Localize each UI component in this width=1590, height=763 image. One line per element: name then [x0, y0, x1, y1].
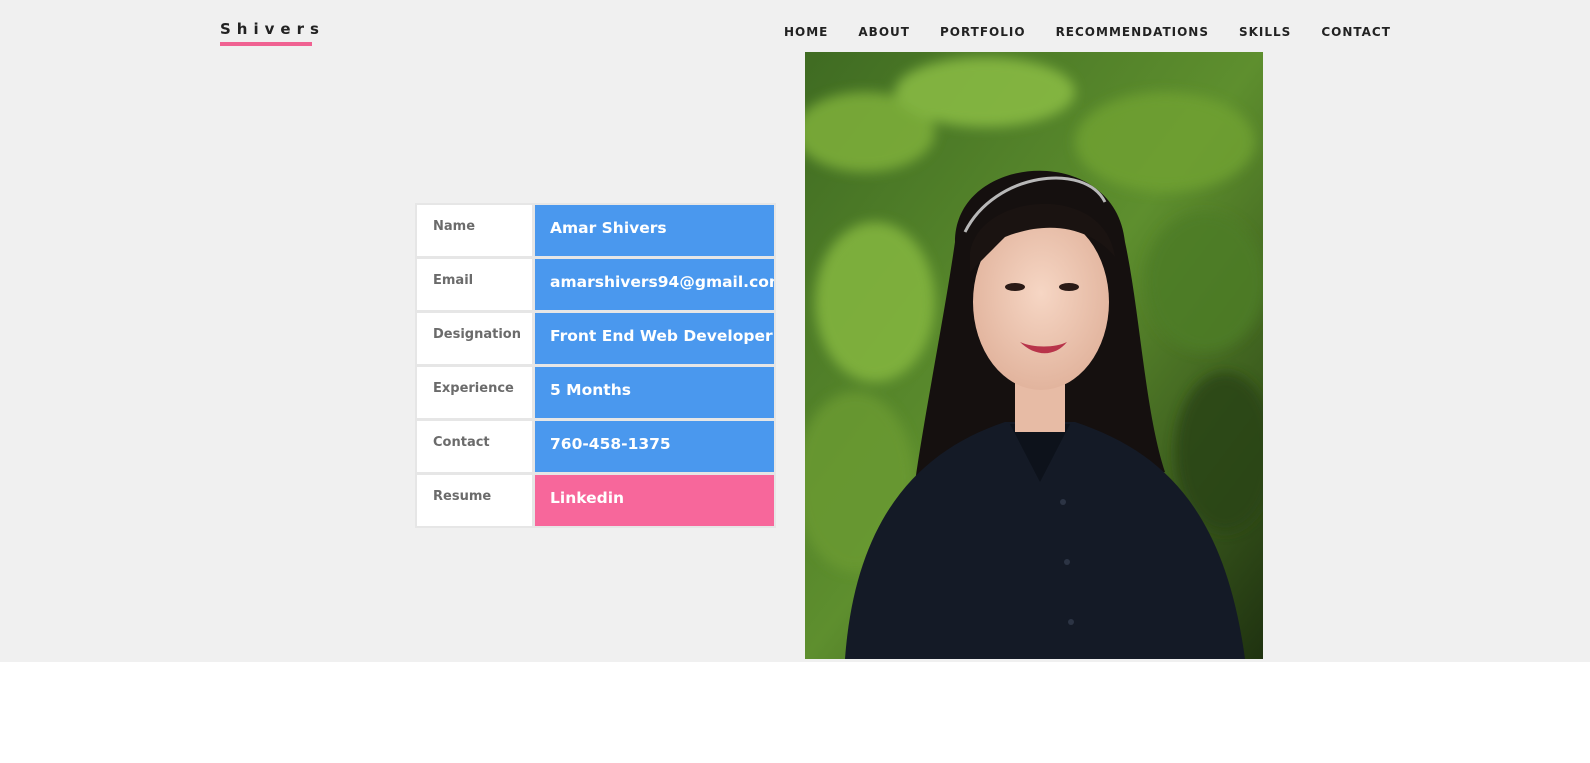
info-row-resume: Resume Linkedin	[417, 475, 774, 526]
brand-logo[interactable]: Shivers	[220, 18, 319, 46]
profile-photo	[805, 52, 1263, 659]
info-value-experience: 5 Months	[535, 367, 774, 418]
main-nav: HOME ABOUT PORTFOLIO RECOMMENDATIONS SKI…	[784, 24, 1391, 40]
nav-about[interactable]: ABOUT	[858, 24, 910, 40]
info-row-email: Email amarshivers94@gmail.com	[417, 259, 774, 310]
info-label: Resume	[417, 475, 532, 526]
info-row-experience: Experience 5 Months	[417, 367, 774, 418]
nav-recommendations[interactable]: RECOMMENDATIONS	[1056, 24, 1209, 40]
info-label: Email	[417, 259, 532, 310]
info-row-name: Name Amar Shivers	[417, 205, 774, 256]
nav-contact[interactable]: CONTACT	[1321, 24, 1391, 40]
nav-portfolio[interactable]: PORTFOLIO	[940, 24, 1026, 40]
info-row-contact: Contact 760-458-1375	[417, 421, 774, 472]
hero-section: Shivers HOME ABOUT PORTFOLIO RECOMMENDAT…	[0, 0, 1590, 662]
info-value-name: Amar Shivers	[535, 205, 774, 256]
resume-linkedin-link[interactable]: Linkedin	[535, 475, 774, 526]
info-value-contact: 760-458-1375	[535, 421, 774, 472]
info-label: Designation	[417, 313, 532, 364]
info-value-email: amarshivers94@gmail.com	[535, 259, 774, 310]
profile-info-table: Name Amar Shivers Email amarshivers94@gm…	[415, 203, 776, 528]
info-label: Experience	[417, 367, 532, 418]
nav-skills[interactable]: SKILLS	[1239, 24, 1291, 40]
info-label: Name	[417, 205, 532, 256]
info-value-designation: Front End Web Developer	[535, 313, 774, 364]
nav-home[interactable]: HOME	[784, 24, 828, 40]
info-label: Contact	[417, 421, 532, 472]
info-row-designation: Designation Front End Web Developer	[417, 313, 774, 364]
